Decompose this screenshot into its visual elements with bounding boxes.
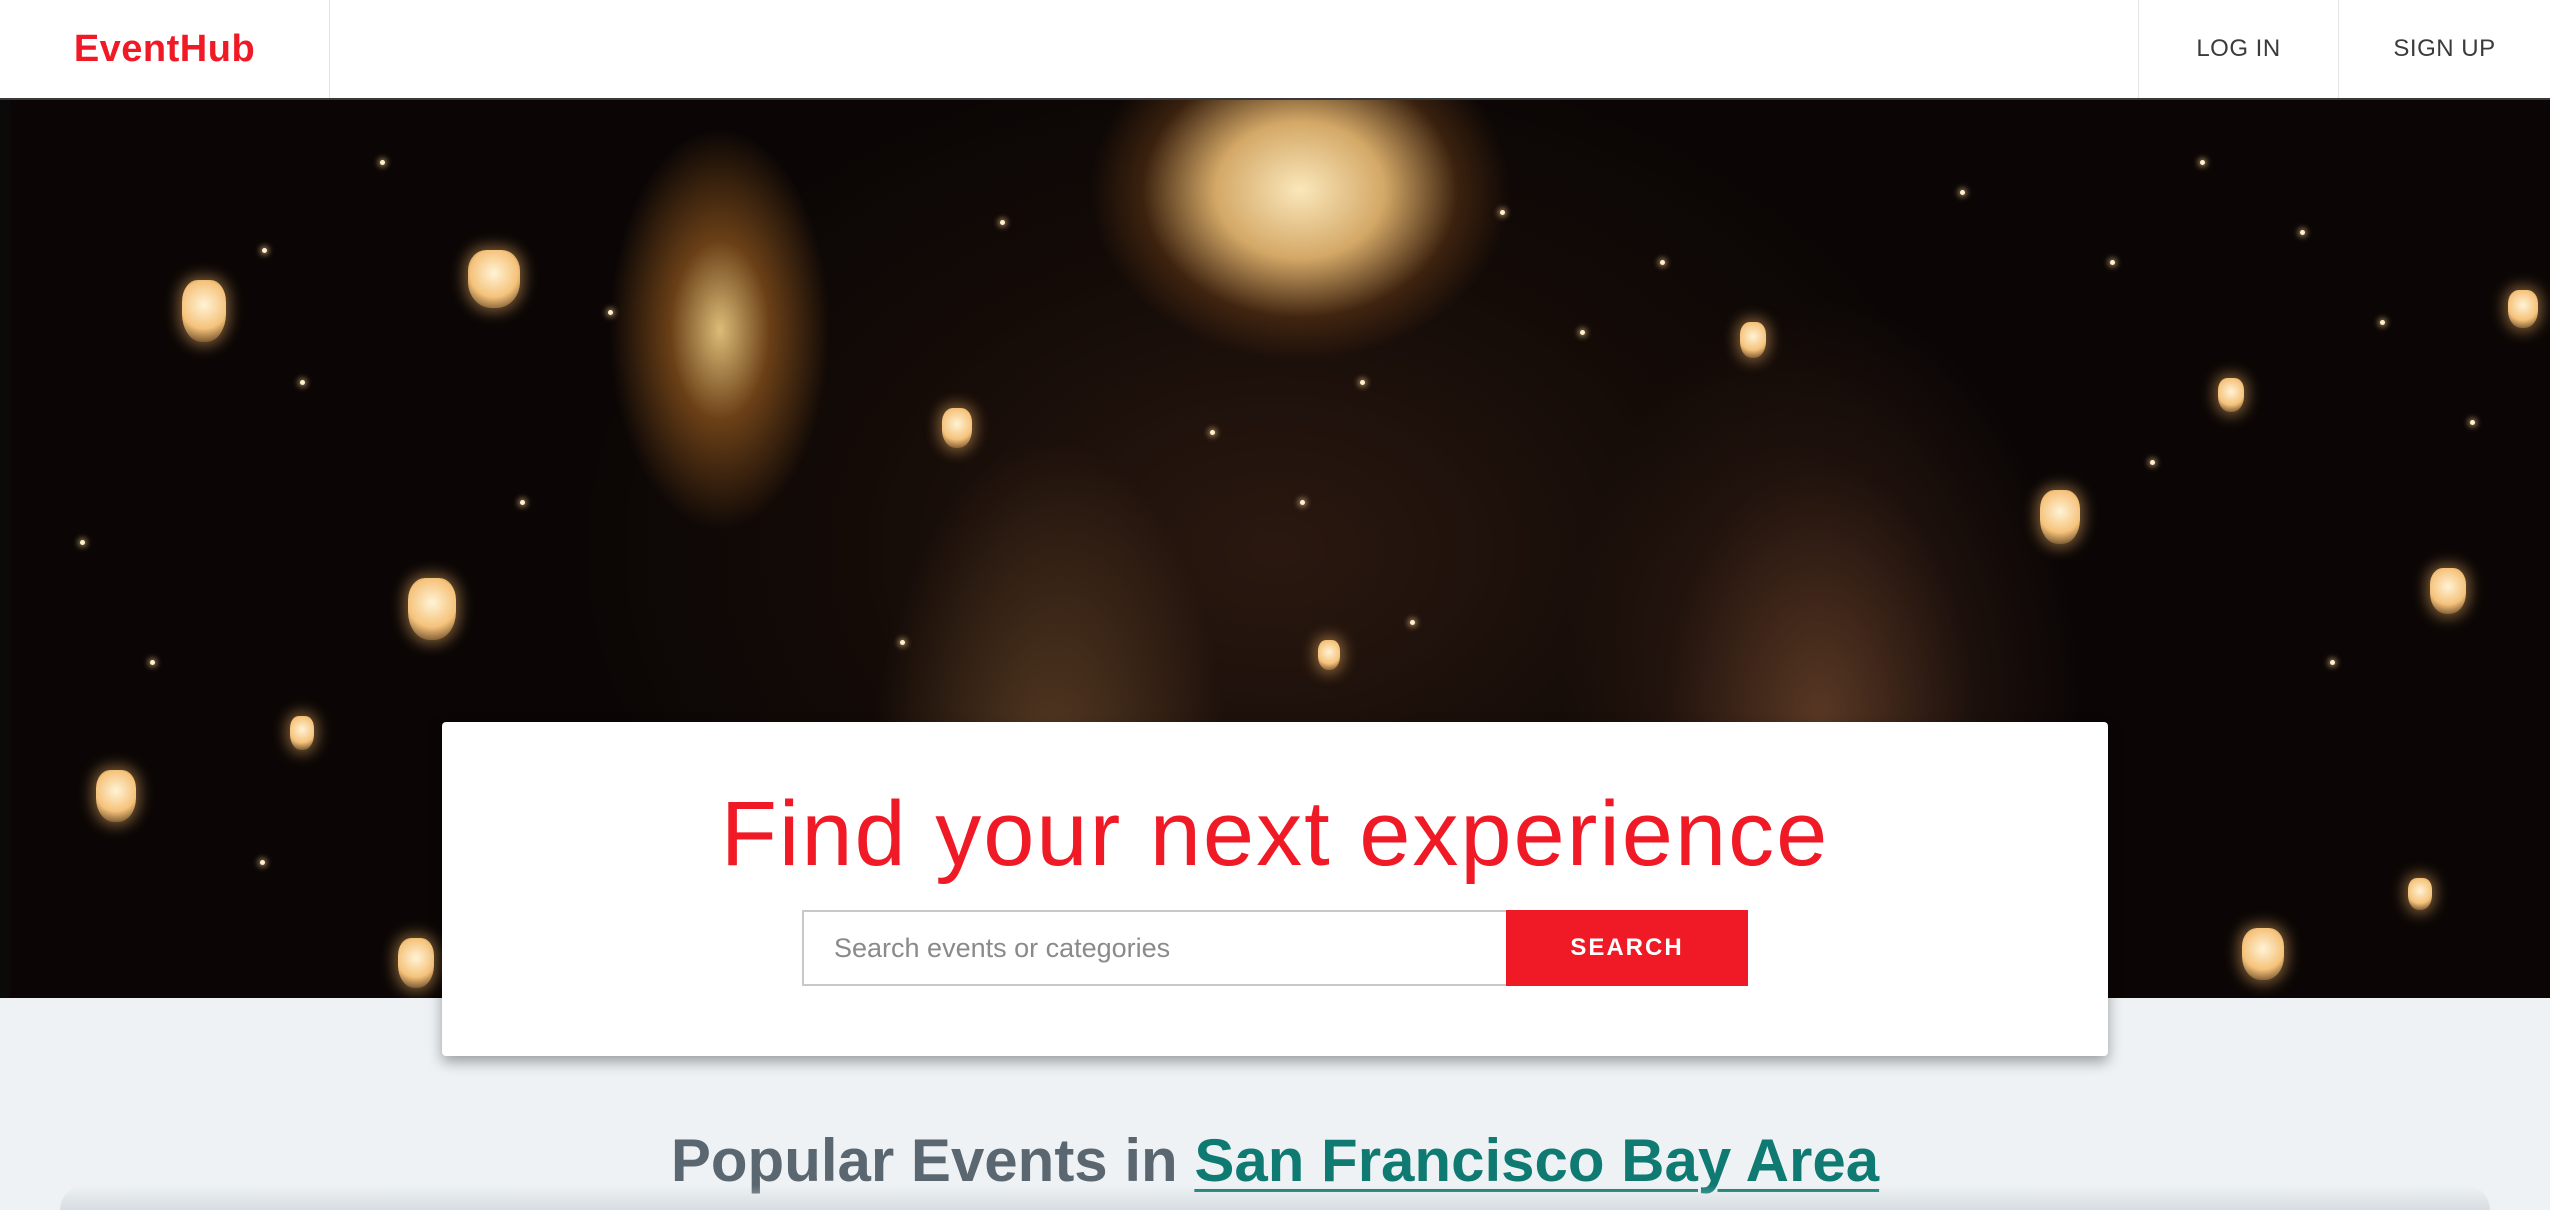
header-spacer (330, 0, 2138, 98)
top-navigation: EventHub LOG IN SIGN UP (0, 0, 2550, 100)
lantern-decoration (182, 280, 226, 342)
spark-decoration (1210, 430, 1215, 435)
lantern-decoration (2040, 490, 2080, 544)
spark-decoration (262, 248, 267, 253)
lantern-decoration (1318, 640, 1340, 670)
spark-decoration (1360, 380, 1365, 385)
spark-decoration (520, 500, 525, 505)
lantern-decoration (2408, 878, 2432, 910)
search-headline: Find your next experience (720, 783, 1830, 885)
spark-decoration (900, 640, 905, 645)
search-card: Find your next experience SEARCH (442, 722, 2108, 1056)
search-input[interactable] (802, 910, 1506, 986)
spark-decoration (2200, 160, 2205, 165)
spark-decoration (2330, 660, 2335, 665)
spark-decoration (150, 660, 155, 665)
spark-decoration (2110, 260, 2115, 265)
login-link[interactable]: LOG IN (2138, 0, 2338, 98)
spark-decoration (260, 860, 265, 865)
spark-decoration (80, 540, 85, 545)
spark-decoration (380, 160, 385, 165)
lantern-decoration (1740, 322, 1766, 358)
search-button[interactable]: SEARCH (1506, 910, 1748, 986)
spark-decoration (2470, 420, 2475, 425)
spark-decoration (1000, 220, 1005, 225)
search-bar: SEARCH (802, 910, 1748, 986)
brand-name: EventHub (73, 27, 256, 70)
spark-decoration (1660, 260, 1665, 265)
spark-decoration (2380, 320, 2385, 325)
location-selector-link[interactable]: San Francisco Bay Area (1194, 1127, 1879, 1194)
lantern-decoration (408, 578, 456, 640)
signup-link[interactable]: SIGN UP (2338, 0, 2550, 98)
lantern-decoration (2430, 568, 2466, 614)
lantern-decoration (2508, 290, 2538, 328)
lantern-decoration (398, 938, 434, 988)
popular-events-prefix: Popular Events in (670, 1127, 1178, 1194)
spark-decoration (608, 310, 613, 315)
spark-decoration (1580, 330, 1585, 335)
spark-decoration (1410, 620, 1415, 625)
spark-decoration (1300, 500, 1305, 505)
spark-decoration (1500, 210, 1505, 215)
lantern-decoration (942, 408, 972, 448)
spark-decoration (300, 380, 305, 385)
lantern-decoration (290, 716, 314, 750)
lantern-decoration (468, 250, 520, 308)
lantern-decoration (2218, 378, 2244, 412)
page: EventHub LOG IN SIGN UP Find your next e… (0, 0, 2550, 1210)
events-panel-top-edge (60, 1185, 2490, 1210)
brand-logo[interactable]: EventHub (0, 0, 330, 98)
spark-decoration (2300, 230, 2305, 235)
spark-decoration (2150, 460, 2155, 465)
lantern-decoration (96, 770, 136, 822)
spark-decoration (1960, 190, 1965, 195)
lantern-decoration (2242, 928, 2284, 980)
hero-left-edge (0, 100, 10, 998)
